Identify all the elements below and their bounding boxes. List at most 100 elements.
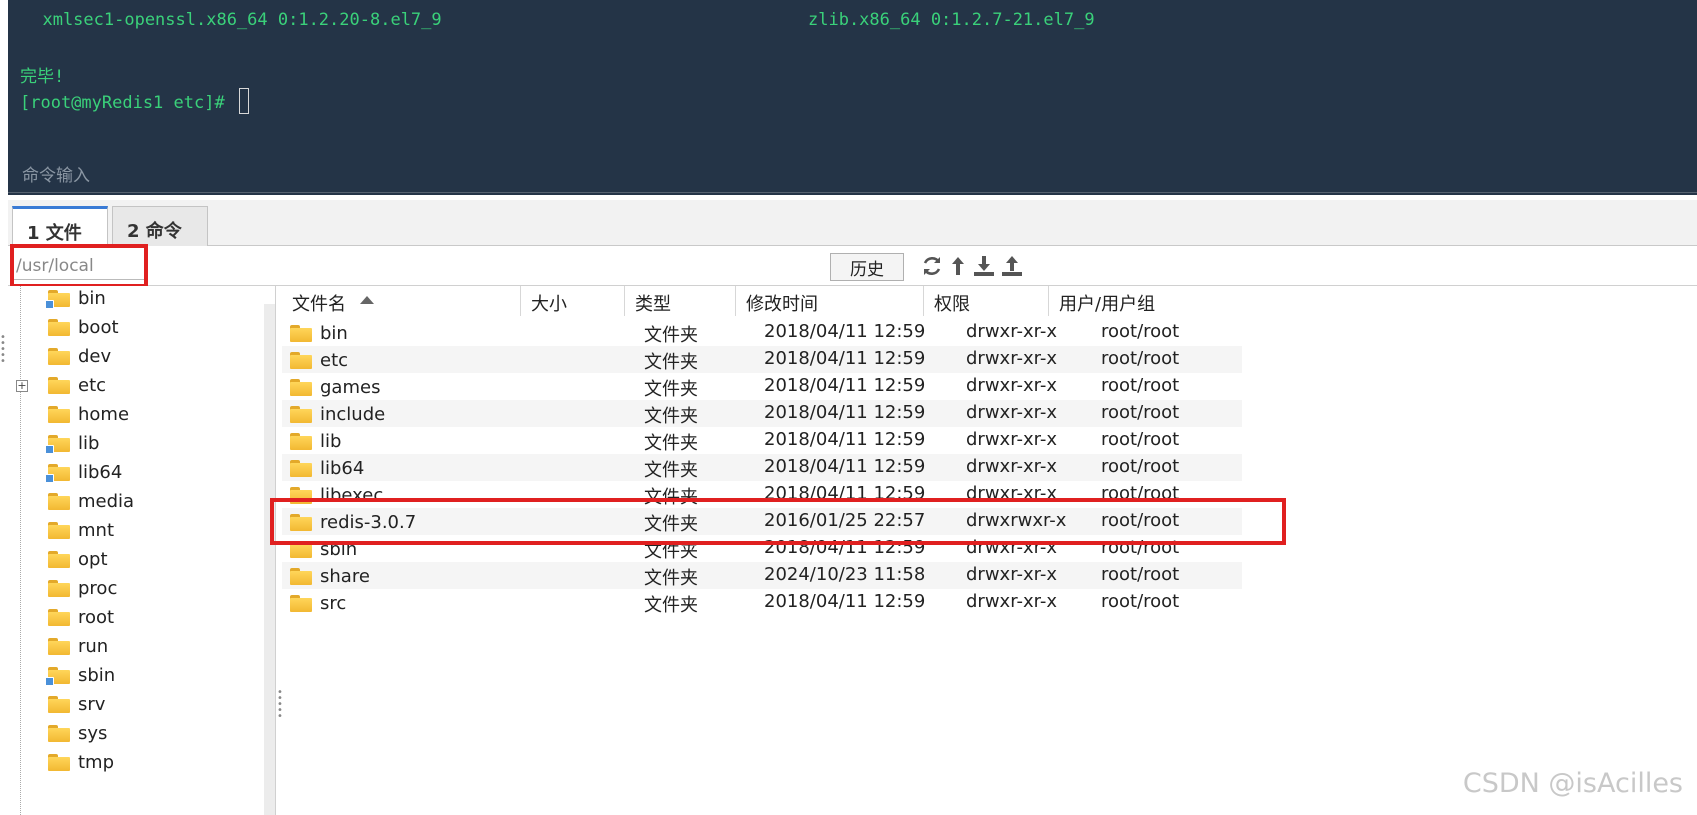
file-type: 文件夹 [644,541,698,562]
column-header-type[interactable]: 类型 [625,286,736,316]
tab-bar: 1 文件 2 命令 [8,200,1697,247]
file-permissions: drwxr-xr-x [966,456,1057,477]
folder-icon [48,637,70,655]
file-type: 文件夹 [644,433,698,454]
tree-item[interactable]: dev [48,341,111,371]
file-name-cell: libexec [282,481,519,508]
file-owner: root/root [1101,591,1180,612]
tab-commands[interactable]: 2 命令 [112,206,208,246]
tree-item[interactable]: etc [48,370,106,400]
tree-item[interactable]: sys [48,718,107,748]
directory-tree[interactable]: bin boot dev etc + home lib lib64 media mnt opt pro… [8,286,276,815]
tree-item[interactable]: lib64 [45,457,122,487]
watermark: CSDN @isAcilles [1462,768,1683,799]
folder-icon [48,376,70,394]
tree-item[interactable]: mnt [48,515,114,545]
file-size [519,589,634,616]
file-name: sbin [320,539,358,560]
file-row[interactable]: games 文件夹 2018/04/11 12:59 drwxr-xr-x root/r… [282,373,1242,400]
tree-item[interactable]: root [48,602,114,632]
file-modified: 2018/04/11 12:59 [764,348,926,369]
file-modified: 2018/04/11 12:59 [764,321,926,342]
column-header-permissions[interactable]: 权限 [924,286,1049,316]
column-header-modified[interactable]: 修改时间 [736,286,924,316]
tree-item-label: boot [78,316,119,338]
folder-icon [48,550,70,568]
file-row[interactable]: include 文件夹 2018/04/11 12:59 drwxr-xr-x root… [282,400,1242,427]
path-input[interactable] [14,252,144,280]
tree-item[interactable]: opt [48,544,108,574]
column-header-size[interactable]: 大小 [521,286,625,316]
file-owner: root/root [1101,564,1180,585]
file-size [519,319,634,346]
folder-icon [48,405,70,423]
terminal-prompt: [root@myRedis1 etc]# [20,93,235,113]
column-header-name[interactable]: 文件名 [282,286,521,316]
up-arrow-icon[interactable] [946,254,970,278]
folder-icon [290,595,312,612]
download-icon[interactable] [972,254,996,278]
left-splitter-grip-icon[interactable]: • • • • • [0,333,6,367]
file-row[interactable]: lib 文件夹 2018/04/11 12:59 drwxr-xr-x root/roo… [282,427,1242,454]
folder-icon [290,487,312,504]
tree-item-label: home [78,403,130,425]
file-type: 文件夹 [644,568,698,589]
tree-item[interactable]: sbin [45,660,115,690]
tree-item-label: srv [78,693,106,715]
folder-icon [48,753,70,771]
tree-item[interactable]: media [48,486,134,516]
file-row[interactable]: bin 文件夹 2018/04/11 12:59 drwxr-xr-x root/roo… [282,319,1242,346]
command-input[interactable] [22,166,422,186]
tree-item-label: media [78,490,135,512]
tree-item[interactable]: proc [48,573,117,603]
file-modified: 2018/04/11 12:59 [764,402,926,423]
file-row[interactable]: src 文件夹 2018/04/11 12:59 drwxr-xr-x root/roo… [282,589,1242,616]
file-name-cell: sbin [282,535,519,562]
file-modified: 2018/04/11 12:59 [764,456,926,477]
terminal-cursor [238,88,249,114]
tree-item[interactable]: srv [48,689,105,719]
tree-item[interactable]: home [48,399,129,429]
tree-item[interactable]: boot [48,312,119,342]
file-type: 文件夹 [644,352,698,373]
tree-item-label: etc [78,374,107,396]
history-button[interactable]: 历史 [830,253,904,281]
tree-item[interactable]: bin [45,286,106,313]
refresh-icon[interactable] [920,254,944,278]
file-permissions: drwxr-xr-x [966,564,1057,585]
file-row[interactable]: sbin 文件夹 2018/04/11 12:59 drwxr-xr-x root/ro… [282,535,1242,562]
file-list[interactable]: 文件名 大小 类型 修改时间 权限 用户/用户组 bin 文件夹 2018/04/1… [282,286,1697,815]
file-permissions: drwxrwxr-x [966,510,1067,531]
file-row[interactable]: libexec 文件夹 2018/04/11 12:59 drwxr-xr-x root… [282,481,1242,508]
folder-icon [48,579,70,597]
folder-link-icon [45,463,70,483]
tree-item[interactable]: run [48,631,108,661]
file-row[interactable]: etc 文件夹 2018/04/11 12:59 drwxr-xr-x root/roo… [282,346,1242,373]
upload-icon[interactable] [1000,254,1024,278]
file-name: include [320,404,386,425]
file-row[interactable]: lib64 文件夹 2018/04/11 12:59 drwxr-xr-x root/r… [282,454,1242,481]
tree-item-label: bin [78,287,106,309]
tree-item[interactable]: lib [45,428,99,458]
expand-plus-icon[interactable]: + [16,380,28,392]
folder-link-icon [45,666,70,686]
file-type: 文件夹 [644,379,698,400]
file-owner: root/root [1101,456,1180,477]
tree-item-label: dev [78,345,112,367]
tree-scrollbar[interactable] [264,304,275,815]
sort-ascending-icon [360,296,374,304]
tab-files[interactable]: 1 文件 [12,206,108,247]
file-row[interactable]: share 文件夹 2024/10/23 11:58 drwxr-xr-x root/r… [282,562,1242,589]
path-toolbar: 历史 [8,246,1697,286]
file-permissions: drwxr-xr-x [966,429,1057,450]
file-row[interactable]: redis-3.0.7 文件夹 2016/01/25 22:57 drwxrwxr-x… [282,508,1242,535]
file-owner: root/root [1101,321,1180,342]
terminal-line-left: xmlsec1-openssl.x86_64 0:1.2.20-8.el7_9 [22,10,442,30]
file-permissions: drwxr-xr-x [966,321,1057,342]
tree-item[interactable]: tmp [48,747,114,777]
terminal-panel[interactable]: xmlsec1-openssl.x86_64 0:1.2.20-8.el7_9 … [8,0,1697,195]
folder-icon [48,695,70,713]
tree-item-label: proc [78,577,118,599]
column-header-owner[interactable]: 用户/用户组 [1049,286,1199,316]
folder-icon [48,521,70,539]
